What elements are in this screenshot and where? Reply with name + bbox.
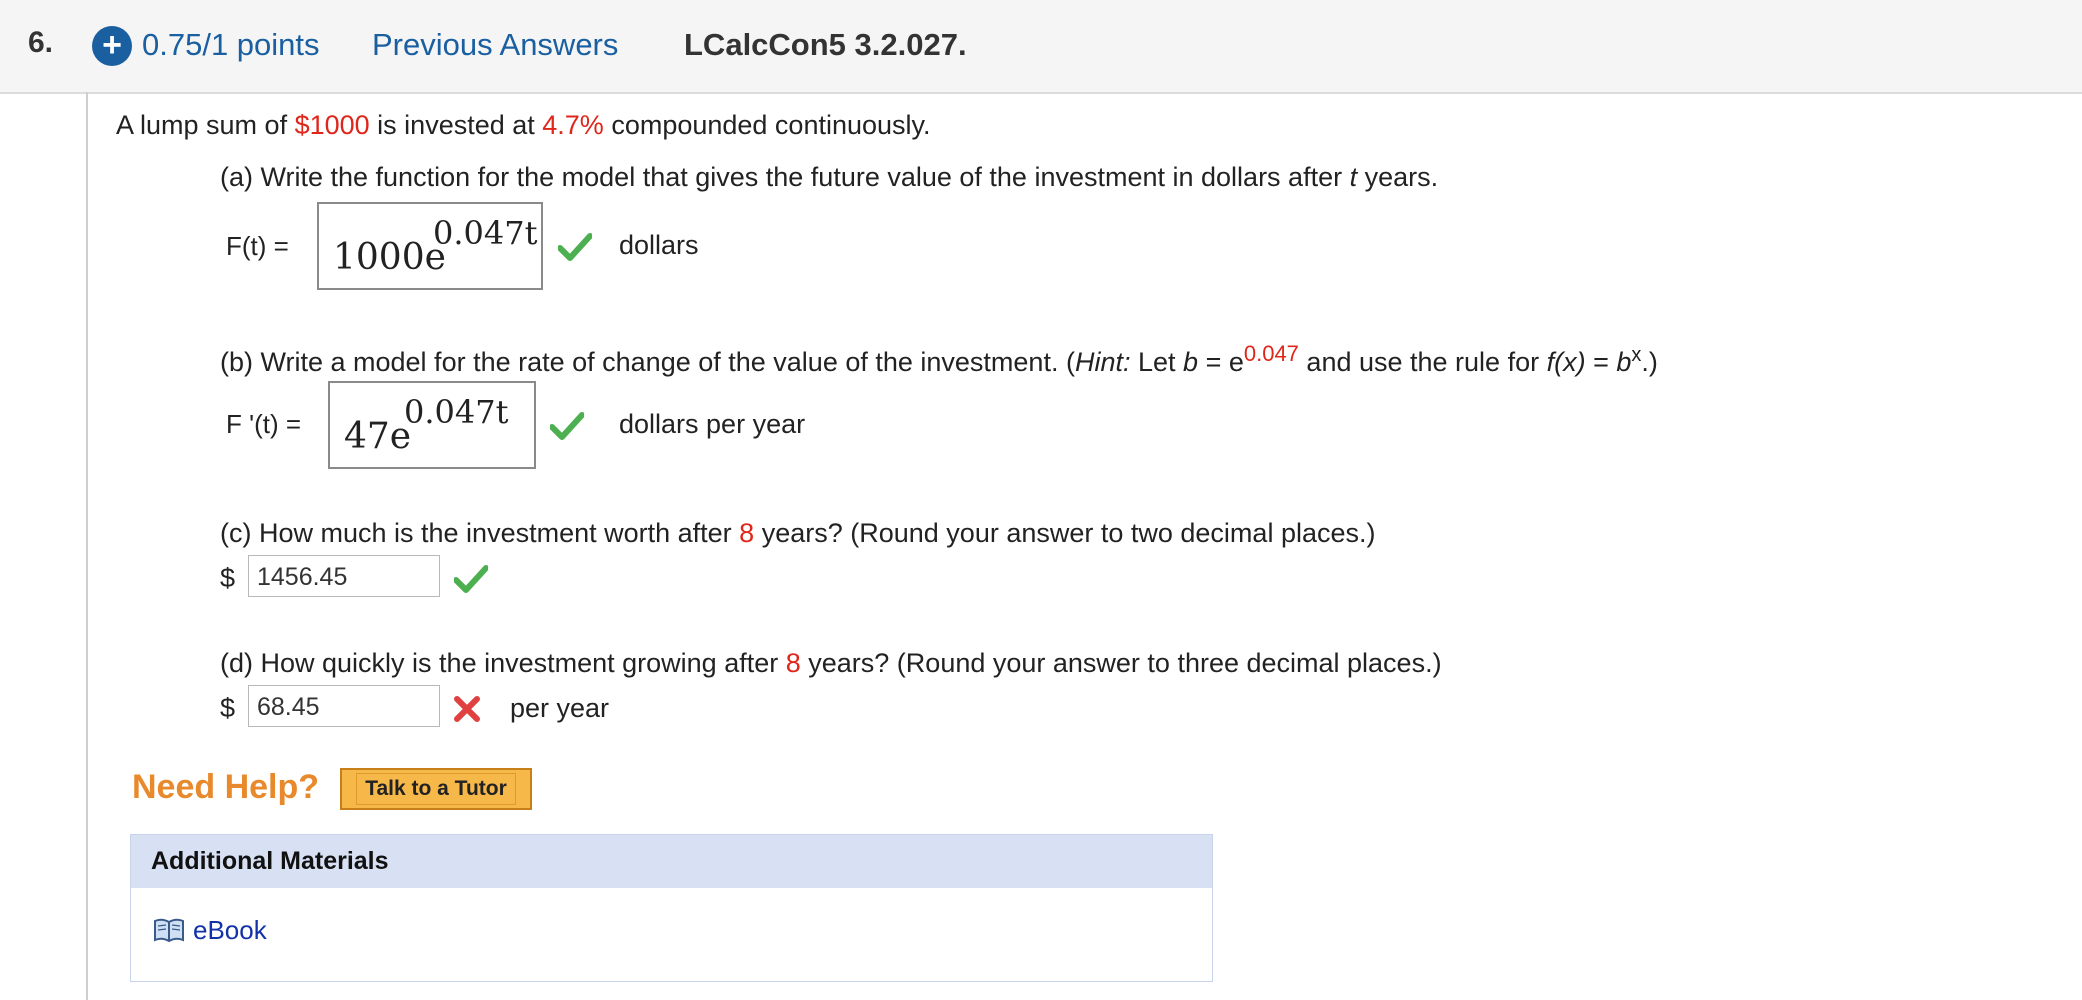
check-icon [550,412,584,440]
part-b-unit: dollars per year [619,409,806,439]
part-b-question-mid2: and use the rule for [1298,347,1547,377]
part-a-question-var: t [1349,162,1358,192]
part-b-question: (b) Write a model for the rate of change… [220,341,1658,378]
problem-code: LCalcCon5 3.2.027. [684,27,967,62]
left-divider [86,92,88,1000]
part-b-question-mid: Let [1130,347,1184,377]
part-b-b-exp: 0.047 [1243,341,1299,366]
question-header: 6. + 0.75/1 points Previous Answers LCal… [0,0,2082,94]
book-icon [154,918,184,943]
intro-part1: A lump sum of [116,110,295,140]
part-b-label: F '(t) = [226,409,302,439]
part-b-question-post: .) [1641,347,1658,377]
talk-to-tutor-button[interactable]: Talk to a Tutor [340,768,532,810]
part-c-currency: $ [220,563,236,593]
part-b-b-var: b [1183,347,1199,377]
intro-text: A lump sum of $1000 is invested at 4.7% … [116,110,931,141]
need-help-label: Need Help? [132,768,320,806]
part-b-hint: Hint: [1074,347,1131,377]
part-b-bx-base: b [1616,347,1632,377]
part-d-answer-input[interactable]: 68.45 [248,685,440,727]
part-d-question: (d) How quickly is the investment growin… [220,648,1442,679]
part-a-answer-base: 1000e [333,237,446,278]
part-d-years: 8 [785,648,801,678]
part-d-question-pre: (d) How quickly is the investment growin… [220,648,786,678]
part-d-currency: $ [220,693,236,723]
part-a-question-pre: (a) Write the function for the model tha… [220,162,1350,192]
plus-circle-icon[interactable]: + [92,26,132,66]
part-b-eq2: = [1585,347,1617,377]
part-b-f-label: f(x) [1546,347,1586,377]
part-b-answer-box[interactable]: 47e 0.047t [328,381,536,469]
points-label: 0.75/1 points [142,27,320,62]
talk-to-tutor-label: Talk to a Tutor [356,773,516,805]
x-mark-icon [454,696,480,722]
part-d-unit: per year [510,693,610,723]
part-a-answer-exp: 0.047t [433,214,538,252]
part-a-unit: dollars [619,230,699,260]
intro-amount: $1000 [294,110,370,140]
part-b-eq: = e [1198,347,1244,377]
part-b-answer-exp: 0.047t [404,393,509,431]
intro-part3: compounded continuously. [603,110,931,140]
intro-part2: is invested at [369,110,543,140]
part-c-question-post: years? (Round your answer to two decimal… [754,518,1376,548]
part-d-question-post: years? (Round your answer to three decim… [800,648,1442,678]
check-icon [558,233,592,261]
additional-materials-panel: Additional Materials eBook [130,834,1213,982]
part-a-question: (a) Write the function for the model tha… [220,162,1438,193]
previous-answers-link[interactable]: Previous Answers [372,27,618,63]
check-icon [454,565,488,593]
part-b-question-pre: (b) Write a model for the rate of change… [220,347,1075,377]
question-number: 6. [28,26,54,59]
part-c-answer-input[interactable]: 1456.45 [248,555,440,597]
additional-materials-title: Additional Materials [131,835,1212,888]
part-c-question: (c) How much is the investment worth aft… [220,518,1375,549]
ebook-link[interactable]: eBook [193,915,267,946]
part-b-bx-exp: x [1631,344,1642,366]
part-a-question-post: years. [1357,162,1439,192]
part-a-label: F(t) = [226,231,289,261]
part-c-years: 8 [739,518,755,548]
part-c-question-pre: (c) How much is the investment worth aft… [220,518,740,548]
part-b-answer-base: 47e [344,416,412,457]
part-a-answer-box[interactable]: 1000e 0.047t [317,202,543,290]
intro-rate: 4.7% [542,110,604,140]
